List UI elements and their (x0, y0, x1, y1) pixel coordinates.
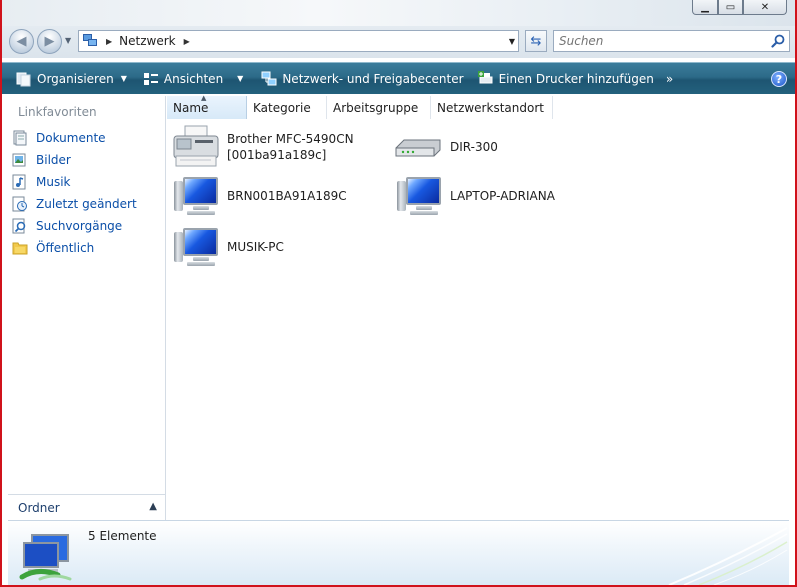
nav-item-searches[interactable]: Suchvorgänge (12, 215, 137, 237)
column-headers: ▲ Name Kategorie Arbeitsgruppe Netzwerks… (167, 94, 553, 119)
item-name: BRN001BA91A189C (227, 189, 347, 203)
nav-item-label: Musik (36, 175, 71, 189)
views-button[interactable]: Ansichten ▼ (137, 66, 249, 92)
search-input[interactable] (554, 31, 754, 51)
router-icon (394, 124, 444, 170)
folders-label: Ordner (18, 500, 60, 515)
minimize-button[interactable]: ▁ (692, 0, 718, 15)
chevron-up-icon: ▲ (149, 501, 157, 512)
list-item[interactable]: LAPTOP-ADRIANA (394, 173, 555, 219)
network-center-label: Netzwerk- und Freigabecenter (282, 71, 464, 86)
computer-icon (171, 224, 221, 270)
column-header-workgroup[interactable]: Arbeitsgruppe (327, 96, 431, 119)
chevron-down-icon: ▼ (237, 74, 244, 83)
nav-item-label: Dokumente (36, 131, 106, 145)
nav-item-label: Bilder (36, 153, 71, 167)
organize-icon (16, 71, 32, 87)
forward-button[interactable]: ▶ (37, 29, 62, 54)
caption-buttons: ▁ ▭ ✕ (692, 0, 787, 15)
pictures-icon (12, 152, 28, 168)
computer-icon (394, 173, 444, 219)
address-dropdown[interactable]: ▼ (509, 37, 515, 46)
item-name: Brother MFC-5490CN (227, 132, 354, 146)
breadcrumb-arrow-icon[interactable]: ▶ (106, 37, 112, 46)
network-computers-icon (18, 531, 78, 583)
maximize-icon: ▭ (725, 1, 736, 13)
back-button[interactable]: ◀ (9, 29, 34, 54)
forward-icon: ▶ (44, 34, 55, 49)
nav-item-pictures[interactable]: Bilder (12, 149, 137, 171)
list-item[interactable]: DIR-300 (394, 124, 498, 170)
network-icon (82, 33, 98, 49)
navigation-pane: Linkfavoriten Dokumente Bilder Musik Zul… (8, 96, 166, 520)
add-printer-button[interactable]: Einen Drucker hinzufügen (472, 66, 660, 92)
breadcrumb-arrow-icon[interactable]: ▶ (184, 37, 190, 46)
title-bar: ▁ ▭ ✕ (2, 0, 795, 26)
refresh-icon: ⇆ (530, 33, 542, 49)
add-printer-icon (477, 70, 494, 87)
organize-label: Organisieren (37, 71, 114, 86)
column-header-network-location[interactable]: Netzwerkstandort (431, 96, 553, 119)
nav-item-label: Suchvorgänge (36, 219, 123, 233)
favorite-links-list: Dokumente Bilder Musik Zuletzt geändert … (12, 127, 137, 259)
recent-pages-dropdown[interactable]: ▼ (65, 36, 71, 45)
column-header-category[interactable]: Kategorie (247, 96, 327, 119)
file-list-area: ▲ Name Kategorie Arbeitsgruppe Netzwerks… (167, 94, 790, 520)
folders-toggle[interactable]: Ordner ▲ (8, 494, 165, 520)
search-box[interactable] (553, 30, 790, 52)
views-icon (143, 71, 159, 87)
close-button[interactable]: ✕ (743, 0, 787, 15)
decorative-swoosh (668, 527, 788, 585)
favorite-links-title: Linkfavoriten (18, 105, 97, 119)
list-item[interactable]: BRN001BA91A189C (171, 173, 347, 219)
command-bar: Organisieren ▼ Ansichten ▼ Netzwerk- und… (2, 62, 795, 94)
list-item[interactable]: Brother MFC-5490CN [001ba91a189c] (171, 124, 354, 170)
column-header-name[interactable]: ▲ Name (167, 94, 247, 119)
item-name: DIR-300 (450, 140, 498, 154)
minimize-icon: ▁ (701, 1, 709, 13)
details-pane: 5 Elemente (8, 520, 789, 585)
chevron-down-icon: ▼ (120, 74, 127, 83)
nav-item-label: Zuletzt geändert (36, 197, 137, 211)
address-row: ◀ ▶ ▼ ▶ Netzwerk ▶ ▼ ⇆ (2, 26, 795, 58)
breadcrumb-network[interactable]: Netzwerk (119, 34, 175, 48)
computer-icon (171, 173, 221, 219)
recent-icon (12, 196, 28, 212)
printer-icon (171, 124, 221, 170)
add-printer-label: Einen Drucker hinzufügen (498, 71, 654, 86)
music-icon (12, 174, 28, 190)
back-icon: ◀ (16, 34, 27, 49)
sort-up-icon: ▲ (201, 94, 207, 102)
list-item[interactable]: MUSIK-PC (171, 224, 284, 270)
search-icon[interactable] (771, 34, 785, 48)
organize-button[interactable]: Organisieren ▼ (10, 66, 133, 92)
network-center-button[interactable]: Netzwerk- und Freigabecenter (255, 66, 469, 92)
item-name: LAPTOP-ADRIANA (450, 189, 555, 203)
item-count: 5 Elemente (88, 529, 157, 543)
nav-item-public[interactable]: Öffentlich (12, 237, 137, 259)
help-icon[interactable]: ? (771, 71, 787, 87)
maximize-button[interactable]: ▭ (718, 0, 743, 15)
nav-item-music[interactable]: Musik (12, 171, 137, 193)
more-commands-button[interactable]: » (666, 72, 673, 86)
public-folder-icon (12, 240, 28, 256)
address-bar[interactable]: ▶ Netzwerk ▶ ▼ (78, 30, 519, 52)
views-label: Ansichten (163, 71, 224, 86)
close-icon: ✕ (760, 1, 770, 13)
nav-item-recent[interactable]: Zuletzt geändert (12, 193, 137, 215)
nav-item-label: Öffentlich (36, 241, 95, 255)
item-subtitle: [001ba91a189c] (227, 148, 327, 162)
documents-icon (12, 130, 28, 146)
nav-item-documents[interactable]: Dokumente (12, 127, 137, 149)
refresh-button[interactable]: ⇆ (525, 30, 547, 52)
network-center-icon (261, 71, 277, 87)
searches-icon (12, 218, 28, 234)
item-name: MUSIK-PC (227, 240, 284, 254)
